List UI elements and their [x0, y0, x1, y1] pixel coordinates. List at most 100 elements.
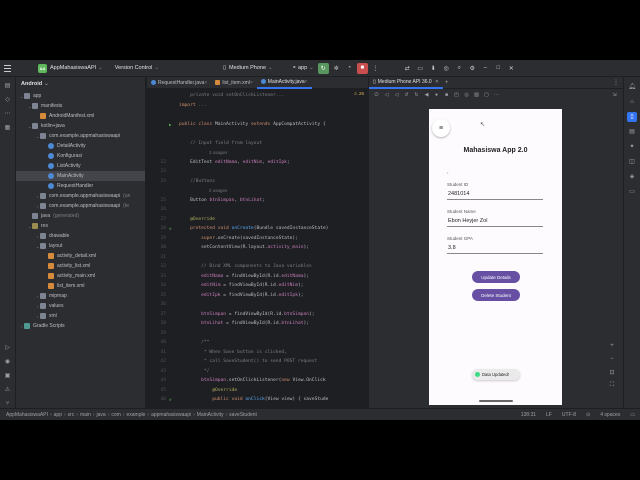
breadcrumb-item[interactable]: main [78, 412, 93, 418]
editor-tab[interactable]: list_item.xml × [211, 77, 256, 89]
project-switcher[interactable]: AA AppMahasiswaAPI ⌄ [35, 60, 106, 77]
breadcrumb-item[interactable]: AppMahasiswaAPI [4, 412, 50, 418]
profile-icon[interactable]: ◔ [344, 63, 355, 74]
tree-item[interactable]: MainActivity [16, 171, 145, 181]
power-icon[interactable]: ⏻ [372, 91, 381, 100]
device-mirror-icon[interactable]: ▭ [627, 187, 637, 197]
rerun-icon[interactable]: ↻ [317, 62, 329, 74]
tree-item[interactable]: ListActivity [16, 161, 145, 171]
device-manager-icon[interactable]: ▭ [415, 63, 426, 74]
close-icon[interactable]: × [250, 80, 253, 86]
tree-item[interactable]: activity_list.xml [16, 261, 145, 271]
actual-size-icon[interactable]: ⊡ [607, 369, 617, 376]
add-device-icon[interactable]: + [445, 80, 449, 86]
sync-gradle-icon[interactable]: ⇄ [402, 63, 413, 74]
terminal-tool-icon[interactable]: ▣ [3, 371, 13, 381]
app-quality-icon[interactable]: ◈ [627, 172, 637, 182]
home-icon[interactable]: ● [432, 91, 441, 100]
tree-item[interactable]: ⌄ kotlin+java [16, 121, 145, 131]
close-icon[interactable]: × [204, 80, 207, 86]
tree-item[interactable]: › drawable [16, 231, 145, 241]
breadcrumb-item[interactable]: saveStudent [227, 412, 259, 418]
breadcrumb-item[interactable]: com [109, 412, 122, 418]
editor-tab[interactable]: MainActivity.java × [256, 77, 312, 89]
student-gpa-field[interactable]: 3.8 [447, 243, 543, 254]
close-icon[interactable]: ✕ [435, 79, 439, 85]
rotate-right-icon[interactable]: ↻ [412, 91, 421, 100]
layout-inspector-icon[interactable]: ◫ [627, 157, 637, 167]
inspection-widget[interactable]: ⚠ 26 [354, 91, 364, 97]
fold-icon[interactable]: ▢ [482, 91, 491, 100]
tree-item[interactable]: › com.example.appmahasiswaapi (an [16, 191, 145, 201]
volume-down-icon[interactable]: ◁ [392, 91, 401, 100]
breadcrumb-item[interactable]: java [95, 412, 108, 418]
rotate-left-icon[interactable]: ↺ [402, 91, 411, 100]
breadcrumb-item[interactable]: app [52, 412, 64, 418]
emulator-tab[interactable]: ▯ Medium Phone API 36.0 ✕ [369, 77, 443, 89]
close-icon[interactable]: ✕ [506, 63, 517, 74]
code-area[interactable]: private void setOnClickListener... import… [147, 91, 368, 408]
minimize-icon[interactable]: – [480, 63, 491, 74]
tree-item[interactable]: ⌄ layout [16, 241, 145, 251]
volume-up-icon[interactable]: ◁ [382, 91, 391, 100]
search-icon[interactable]: ⌕ [454, 63, 465, 74]
caret-position[interactable]: 138:31 [516, 412, 541, 418]
debug-icon[interactable]: ✲ [331, 63, 342, 74]
student-name-field[interactable]: Ebon Heyjer Zol [447, 216, 543, 227]
settings-icon[interactable]: ⚙ [467, 63, 478, 74]
main-menu-icon[interactable] [3, 63, 13, 73]
fit-screen-icon[interactable]: ⛶ [607, 382, 617, 389]
notifications-icon[interactable]: 🔔︎ [627, 82, 637, 92]
overview-icon[interactable]: ■ [442, 91, 451, 100]
tree-item[interactable]: java (generated) [16, 211, 145, 221]
mirror-icon[interactable]: ⇲ [610, 91, 619, 100]
maximize-icon[interactable]: □ [493, 63, 504, 74]
lock-icon[interactable]: ⊙ [581, 412, 595, 418]
tree-item[interactable]: activity_detail.xml [16, 251, 145, 261]
tree-item[interactable]: list_item.xml [16, 281, 145, 291]
more-options-icon[interactable]: ⋮ [613, 79, 619, 86]
delete-student-button[interactable]: Delete Student [472, 289, 520, 301]
menu-fab-button[interactable]: ≡ [432, 119, 450, 137]
tree-item[interactable]: ⌄ res [16, 221, 145, 231]
more-actions-icon[interactable]: ⋮ [370, 63, 381, 74]
tree-item[interactable]: ⌄ manifests [16, 101, 145, 111]
project-tool-icon[interactable]: ▤ [3, 81, 13, 91]
override-gutter-icon[interactable]: ⊙ [169, 397, 179, 402]
commit-tool-icon[interactable]: ◇ [3, 95, 13, 105]
student-id-field[interactable]: 2481014 [447, 189, 543, 200]
tree-item[interactable]: ⌄ com.example.appmahasiswaapi [16, 131, 145, 141]
screenshot-icon[interactable]: ◰ [452, 91, 461, 100]
update-details-button[interactable]: Update Details [472, 271, 520, 283]
tree-item[interactable]: AndroidManifest.xml [16, 111, 145, 121]
close-icon[interactable]: × [305, 79, 308, 85]
tree-item[interactable]: › Gradle Scripts [16, 321, 145, 331]
zoom-in-icon[interactable]: + [607, 343, 617, 349]
usage-hint[interactable]: 3 usages [209, 150, 227, 155]
override-gutter-icon[interactable]: ⊙ [169, 226, 179, 231]
problems-tool-icon[interactable]: ⚠ [3, 385, 13, 395]
run-gutter-icon[interactable]: ▶ [169, 122, 179, 127]
logcat-tool-icon[interactable]: ◉ [3, 357, 13, 367]
tree-item[interactable]: RequestHandler [16, 181, 145, 191]
extended-controls-icon[interactable]: ⋯ [492, 91, 501, 100]
breadcrumb-item[interactable]: appmahasiswaapi [149, 412, 193, 418]
tree-item[interactable]: › mipmap [16, 291, 145, 301]
running-devices-icon[interactable]: ▯ [627, 112, 637, 122]
gesture-nav-bar[interactable] [479, 400, 513, 402]
sdk-manager-icon[interactable]: ⬇ [428, 63, 439, 74]
device-explorer-icon[interactable]: ▤ [627, 127, 637, 137]
breadcrumb-item[interactable]: src [66, 412, 77, 418]
usage-hint[interactable]: 2 usages [209, 188, 227, 193]
stop-icon[interactable]: ■ [356, 62, 368, 74]
tree-item[interactable]: DetailActivity [16, 141, 145, 151]
tree-item[interactable]: ⌄ app [16, 91, 145, 101]
tree-item[interactable]: Konfigurasi [16, 151, 145, 161]
breadcrumb-item[interactable]: MainActivity [195, 412, 226, 418]
run-config-selector[interactable]: ◓ app ⌄ [290, 60, 317, 77]
record-icon[interactable]: ◎ [462, 91, 471, 100]
memory-indicator-icon[interactable]: ▭ [625, 412, 640, 418]
tree-item[interactable]: › values [16, 301, 145, 311]
file-encoding[interactable]: UTF-8 [557, 412, 581, 418]
gradle-tool-icon[interactable]: ⌂ [627, 97, 637, 107]
